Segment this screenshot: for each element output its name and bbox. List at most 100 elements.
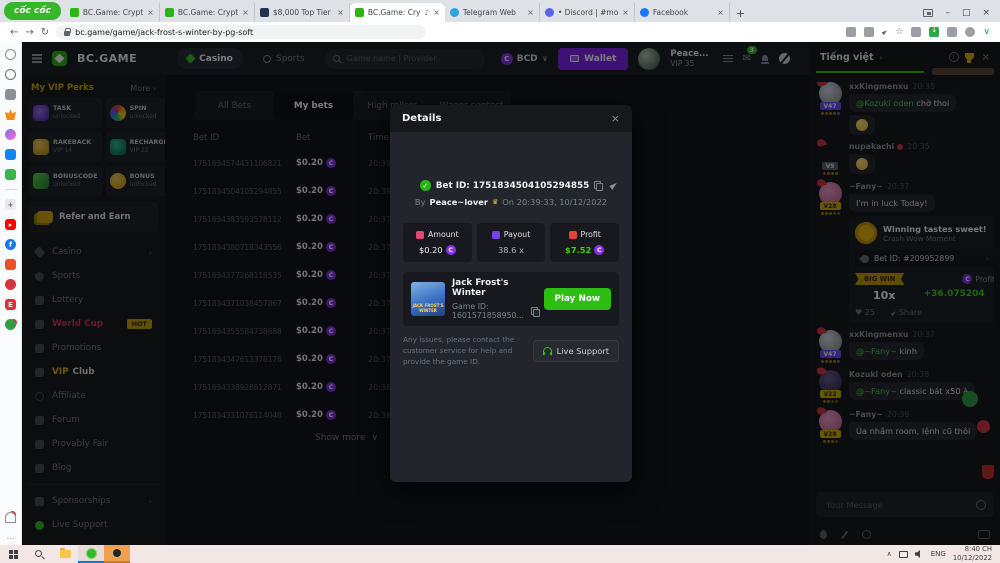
window-minimize-button[interactable]: – bbox=[945, 8, 950, 18]
modal-close-icon[interactable]: × bbox=[611, 112, 620, 125]
play-now-button[interactable]: Play Now bbox=[544, 288, 611, 310]
browser-tab[interactable]: BC.Game: Crypto Casino × bbox=[65, 3, 160, 22]
bcgame-favicon bbox=[70, 8, 79, 17]
verified-check-icon: ✓ bbox=[420, 180, 431, 191]
start-button[interactable] bbox=[0, 545, 26, 563]
stat-amount: Amount $0.20C bbox=[403, 223, 472, 262]
tab-close-icon[interactable]: × bbox=[622, 8, 629, 17]
live-support-button[interactable]: Live Support bbox=[533, 340, 619, 362]
modal-header: Details × bbox=[390, 105, 632, 132]
tab-close-icon[interactable]: × bbox=[433, 8, 440, 17]
messenger-icon[interactable] bbox=[5, 129, 16, 140]
stat-payout: Payout 38.6 x bbox=[477, 223, 546, 262]
browser-tab[interactable]: Telegram Web × bbox=[445, 3, 540, 22]
address-bar-icons: ► ☆ ∨ bbox=[846, 27, 990, 37]
more-icon[interactable]: ... bbox=[7, 532, 15, 541]
avatar-shortcut-icon[interactable] bbox=[5, 279, 16, 290]
browser-tab[interactable]: • Discord | #mod-ann × bbox=[540, 3, 635, 22]
youtube-icon[interactable]: ▸ bbox=[5, 219, 16, 230]
add-shortcut-icon[interactable]: + bbox=[5, 199, 16, 210]
profile-icon[interactable] bbox=[965, 27, 975, 37]
browser-tab-active[interactable]: BC.Game: Crypto Ca ♪ × bbox=[350, 3, 445, 22]
discord-favicon bbox=[545, 8, 554, 17]
modal-title: Details bbox=[402, 113, 441, 124]
facebook-icon[interactable]: f bbox=[5, 239, 16, 250]
e-site-icon[interactable]: E bbox=[5, 299, 16, 310]
folder-icon bbox=[60, 550, 71, 558]
notification-bell-icon[interactable] bbox=[5, 512, 16, 523]
bookmark-star-icon[interactable]: ☆ bbox=[895, 27, 903, 37]
tab-close-icon[interactable]: × bbox=[147, 8, 154, 17]
downloads-icon[interactable]: ∨ bbox=[983, 27, 990, 37]
details-modal: Details × ► ✓ Bet ID: 175183450410529485… bbox=[390, 105, 632, 482]
shopee-icon[interactable] bbox=[5, 259, 16, 270]
share-icon[interactable]: ► bbox=[880, 27, 889, 37]
system-tray: ∧ ENG 8:40 CH 10/12/2022 bbox=[887, 545, 1000, 563]
tab-close-icon[interactable]: × bbox=[717, 8, 724, 17]
translate-icon[interactable] bbox=[864, 27, 874, 37]
browser-tab[interactable]: BC.Game: Crypto Casino × bbox=[160, 3, 255, 22]
green-app-icon[interactable] bbox=[5, 319, 16, 330]
bet-stats: Amount $0.20C Payout 38.6 x Profit $7.52… bbox=[403, 223, 619, 262]
save-page-icon[interactable] bbox=[846, 27, 856, 37]
amount-icon bbox=[416, 231, 424, 239]
game-name: Jack Frost's Winter bbox=[452, 278, 537, 298]
address-bar: ← → ↻ bc.game/game/jack-frost-s-winter-b… bbox=[0, 22, 1000, 42]
back-button[interactable]: ← bbox=[10, 27, 18, 38]
extension-icon[interactable] bbox=[947, 27, 957, 37]
windows-taskbar: ∧ ENG 8:40 CH 10/12/2022 bbox=[0, 545, 1000, 563]
network-icon[interactable] bbox=[899, 551, 908, 558]
coccoc-taskbar-button[interactable] bbox=[78, 545, 104, 563]
reload-button[interactable]: ↻ bbox=[41, 27, 49, 38]
browser-tab-bar: cốc cốc BC.Game: Crypto Casino × BC.Game… bbox=[0, 0, 1000, 22]
search-icon bbox=[35, 550, 43, 558]
speaker-icon[interactable] bbox=[915, 550, 924, 559]
tab-close-icon[interactable]: × bbox=[527, 8, 534, 17]
lock-icon bbox=[64, 31, 70, 36]
download-extension-icon[interactable] bbox=[929, 27, 939, 37]
bet-timestamp: On 20:39:33, 10/12/2022 bbox=[502, 197, 607, 207]
copy-icon[interactable] bbox=[594, 181, 602, 190]
modal-body: ► ✓ Bet ID: 1751834504105294855 By Peace… bbox=[390, 132, 632, 482]
window-close-button[interactable]: × bbox=[982, 8, 990, 18]
reading-list-icon[interactable] bbox=[5, 89, 16, 100]
window-controls: – □ × bbox=[923, 8, 1000, 22]
crown-icon[interactable] bbox=[5, 109, 16, 120]
payout-icon bbox=[492, 231, 500, 239]
keyboard-language[interactable]: ENG bbox=[931, 550, 946, 558]
bettor-username[interactable]: Peace~lover bbox=[430, 197, 488, 207]
tab-close-icon[interactable]: × bbox=[242, 8, 249, 17]
coccoc-logo[interactable]: cốc cốc bbox=[4, 2, 61, 20]
crown-icon: ♛ bbox=[492, 198, 498, 206]
flashing-app-button[interactable] bbox=[104, 545, 130, 563]
bcgame-favicon bbox=[355, 8, 364, 17]
screen: cốc cốc BC.Game: Crypto Casino × BC.Game… bbox=[0, 0, 1000, 563]
tab-search-icon[interactable] bbox=[923, 9, 933, 17]
stat-profit: Profit $7.52C bbox=[550, 223, 619, 262]
support-note: Any issues, please contact the customer … bbox=[403, 335, 525, 368]
file-explorer-button[interactable] bbox=[52, 545, 78, 563]
game-id-text: Game ID: 1601571858950... bbox=[452, 302, 527, 320]
tab-close-icon[interactable]: × bbox=[337, 8, 344, 17]
pgsoft-favicon bbox=[260, 8, 269, 17]
gamepad-icon[interactable] bbox=[5, 169, 16, 180]
bet-id-text: Bet ID: 1751834504105294855 bbox=[436, 181, 589, 191]
window-maximize-button[interactable]: □ bbox=[962, 8, 971, 18]
new-tab-button[interactable]: + bbox=[736, 7, 745, 20]
taskbar-clock[interactable]: 8:40 CH 10/12/2022 bbox=[953, 545, 992, 563]
url-field[interactable]: bc.game/game/jack-frost-s-winter-by-pg-s… bbox=[56, 25, 426, 39]
bcgame-page: BC.GAME Casino Sports Game name | Provid… bbox=[22, 42, 1000, 545]
taskbar-search-button[interactable] bbox=[26, 545, 52, 563]
copy-icon[interactable] bbox=[531, 307, 536, 316]
history-icon[interactable] bbox=[5, 69, 16, 80]
forward-button[interactable]: → bbox=[25, 27, 33, 38]
tray-caret-icon[interactable]: ∧ bbox=[887, 550, 892, 558]
browser-tab[interactable]: Facebook × bbox=[635, 3, 730, 22]
browser-tab[interactable]: $8,000 Top Tier PGSoft M × bbox=[255, 3, 350, 22]
coccoc-icon bbox=[86, 548, 97, 559]
zalo-icon[interactable] bbox=[5, 149, 16, 160]
tab-audio-icon[interactable]: ♪ bbox=[425, 9, 429, 17]
game-thumbnail[interactable]: JACK FROST'S WINTER bbox=[411, 282, 445, 316]
adblock-shield-icon[interactable] bbox=[911, 27, 921, 37]
settings-gear-icon[interactable] bbox=[5, 49, 16, 60]
